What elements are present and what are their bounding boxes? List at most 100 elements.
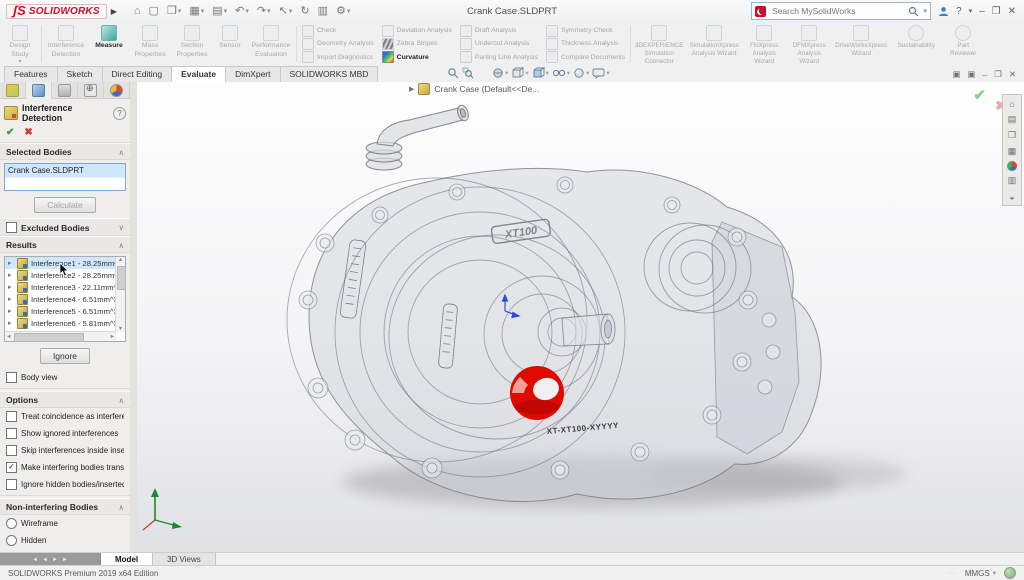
panel-help-button[interactable]: ?: [113, 107, 126, 120]
view-orientation-button[interactable]: ▾: [511, 67, 528, 79]
excluded-bodies-header[interactable]: Excluded Bodies ∨: [0, 218, 130, 236]
selected-bodies-header[interactable]: Selected Bodies ∧: [0, 143, 130, 160]
curvature-button[interactable]: Curvature: [382, 51, 452, 63]
undo-button[interactable]: ↶▾: [232, 2, 252, 20]
3dexperience-simulation-connector-button[interactable]: 3DEXPERIENCE Simulation Connector: [632, 22, 686, 66]
save-button[interactable]: ▦▾: [186, 2, 207, 20]
result-row[interactable]: ▸ Interference3 - 22.11mm^3: [5, 281, 125, 293]
zoom-to-area-button[interactable]: [462, 67, 474, 79]
expander-icon[interactable]: ▸: [8, 307, 14, 315]
results-list[interactable]: ▸ Interference1 - 28.25mm^3 ▸ Interferen…: [4, 256, 126, 342]
tab-configuration-manager[interactable]: [52, 82, 78, 98]
doc-restore-button[interactable]: ❐: [994, 69, 1002, 80]
search-input[interactable]: [770, 5, 904, 17]
appearances-scenes-button[interactable]: [1007, 161, 1017, 171]
user-account-icon[interactable]: [938, 6, 949, 17]
make-transparent-checkbox[interactable]: [6, 462, 17, 473]
breadcrumb-text[interactable]: Crank Case (Default<<De...: [434, 84, 539, 94]
option-row[interactable]: Skip interferences inside inserted parts: [0, 442, 130, 459]
design-library-button[interactable]: ▤: [1005, 113, 1019, 126]
cancel-button[interactable]: ✖: [24, 127, 32, 138]
expander-icon[interactable]: ▸: [8, 319, 14, 327]
draft-analysis-button[interactable]: Draft Analysis: [460, 25, 538, 37]
tab-features[interactable]: Features: [4, 66, 58, 82]
design-study-button[interactable]: Design Study ▾: [0, 22, 40, 66]
results-header[interactable]: Results ∧: [0, 236, 130, 253]
performance-evaluation-button[interactable]: Performance Evaluation: [247, 22, 295, 66]
tag-icon[interactable]: [1004, 567, 1016, 579]
ok-button[interactable]: ✔: [6, 127, 14, 138]
selected-body-item[interactable]: Crank Case.SLDPRT: [5, 164, 125, 178]
view-palette-button[interactable]: ▦: [1005, 145, 1019, 158]
part-reviewer-button[interactable]: Part Reviewer: [942, 22, 984, 66]
undercut-analysis-button[interactable]: Undercut Analysis: [460, 38, 538, 50]
scroll-left-icon[interactable]: ◄: [42, 557, 48, 563]
compare-documents-button[interactable]: Compare Documents: [546, 51, 625, 63]
geometry-analysis-button[interactable]: Geometry Analysis: [302, 38, 374, 50]
tab-dimxpert-manager[interactable]: [78, 82, 104, 98]
scroll-right-icon[interactable]: ►: [52, 557, 58, 563]
unit-system-selector[interactable]: MMGS ▾: [965, 569, 996, 578]
interference-detection-button[interactable]: Interference Detection: [43, 22, 89, 66]
option-row[interactable]: Ignore hidden bodies/inserted parts: [0, 476, 130, 493]
skip-inserted-parts-checkbox[interactable]: [6, 445, 17, 456]
pane-left-button[interactable]: ▣: [952, 69, 960, 80]
scroll-right-icon[interactable]: ►: [110, 334, 115, 340]
tab-dimxpert[interactable]: DimXpert: [225, 66, 280, 82]
close-button[interactable]: ✕: [1008, 6, 1016, 17]
graphics-viewport[interactable]: XT100 XT-XT100-XYYYY ▶ Crank Case (Defau…: [137, 82, 1024, 553]
confirmation-ok-button[interactable]: ✔: [973, 86, 986, 104]
search-icon[interactable]: [908, 6, 919, 17]
scroll-up-icon[interactable]: ▲: [118, 257, 123, 263]
previous-view-button[interactable]: [477, 67, 489, 79]
print-button[interactable]: ▤▾: [209, 2, 230, 20]
dfmxpress-wizard-button[interactable]: DFMXpress Analysis Wizard: [786, 22, 832, 66]
help-caret-icon[interactable]: ▾: [969, 7, 973, 15]
expander-icon[interactable]: ▸: [8, 271, 14, 279]
interference-highlight[interactable]: [510, 366, 564, 420]
horizontal-scrollbar[interactable]: ◄ ►: [5, 331, 116, 341]
ignore-hidden-checkbox[interactable]: [6, 479, 17, 490]
breadcrumb-arrow-icon[interactable]: ▶: [409, 85, 414, 93]
floxpress-wizard-button[interactable]: FloXpress Analysis Wizard: [742, 22, 786, 66]
mass-properties-button[interactable]: Mass Properties: [129, 22, 171, 66]
solidworks-resources-button[interactable]: ⌂: [1005, 97, 1019, 110]
file-explorer-button[interactable]: ❒: [1005, 129, 1019, 142]
tab-sketch[interactable]: Sketch: [57, 66, 103, 82]
tab-display-manager[interactable]: [104, 82, 130, 98]
measure-button[interactable]: Measure: [89, 22, 129, 66]
sensor-button[interactable]: Sensor: [213, 22, 247, 66]
edit-appearance-button[interactable]: ▾: [573, 67, 589, 79]
scroll-down-icon[interactable]: ▼: [118, 326, 123, 332]
non-interfering-header[interactable]: Non-interfering Bodies ∧: [0, 498, 130, 515]
rebuild-button[interactable]: ↻: [297, 2, 312, 20]
result-row[interactable]: ▸ Interference5 - 6.51mm^3: [5, 305, 125, 317]
body-view-row[interactable]: Body view: [0, 369, 130, 386]
section-properties-button[interactable]: Section Properties: [171, 22, 213, 66]
result-row[interactable]: ▸ Interference6 - 5.81mm^3: [5, 317, 125, 329]
menu-expand-arrow-icon[interactable]: ▶: [111, 7, 117, 16]
select-button[interactable]: ↖▾: [276, 2, 296, 20]
search-box[interactable]: ▾: [751, 2, 931, 20]
help-button[interactable]: ?: [956, 6, 962, 17]
tab-property-manager[interactable]: [26, 82, 52, 99]
option-row[interactable]: Show ignored interferences: [0, 425, 130, 442]
redo-button[interactable]: ↷▾: [254, 2, 274, 20]
thickness-analysis-button[interactable]: Thickness Analysis: [546, 38, 625, 50]
scroll-left-icon[interactable]: ◄: [32, 557, 38, 563]
ignore-button[interactable]: Ignore: [40, 348, 90, 364]
solidworks-logo[interactable]: ʃS SOLIDWORKS: [6, 4, 107, 19]
wireframe-radio[interactable]: [6, 518, 17, 529]
sustainability-button[interactable]: Sustainability: [890, 22, 942, 66]
expander-icon[interactable]: ▸: [8, 259, 14, 267]
crank-case-model[interactable]: XT100 XT-XT100-XYYYY: [137, 82, 1024, 553]
hidden-radio[interactable]: [6, 535, 17, 546]
tab-feature-manager[interactable]: [0, 82, 26, 98]
scroll-right-icon[interactable]: ►: [62, 557, 68, 563]
hide-show-items-button[interactable]: ▾: [552, 67, 570, 79]
expander-icon[interactable]: ▸: [8, 295, 14, 303]
doc-minimize-button[interactable]: –: [983, 70, 988, 80]
scrollbar-thumb[interactable]: [14, 333, 84, 342]
zoom-to-fit-button[interactable]: [447, 67, 459, 79]
new-document-button[interactable]: ▢: [146, 2, 162, 20]
